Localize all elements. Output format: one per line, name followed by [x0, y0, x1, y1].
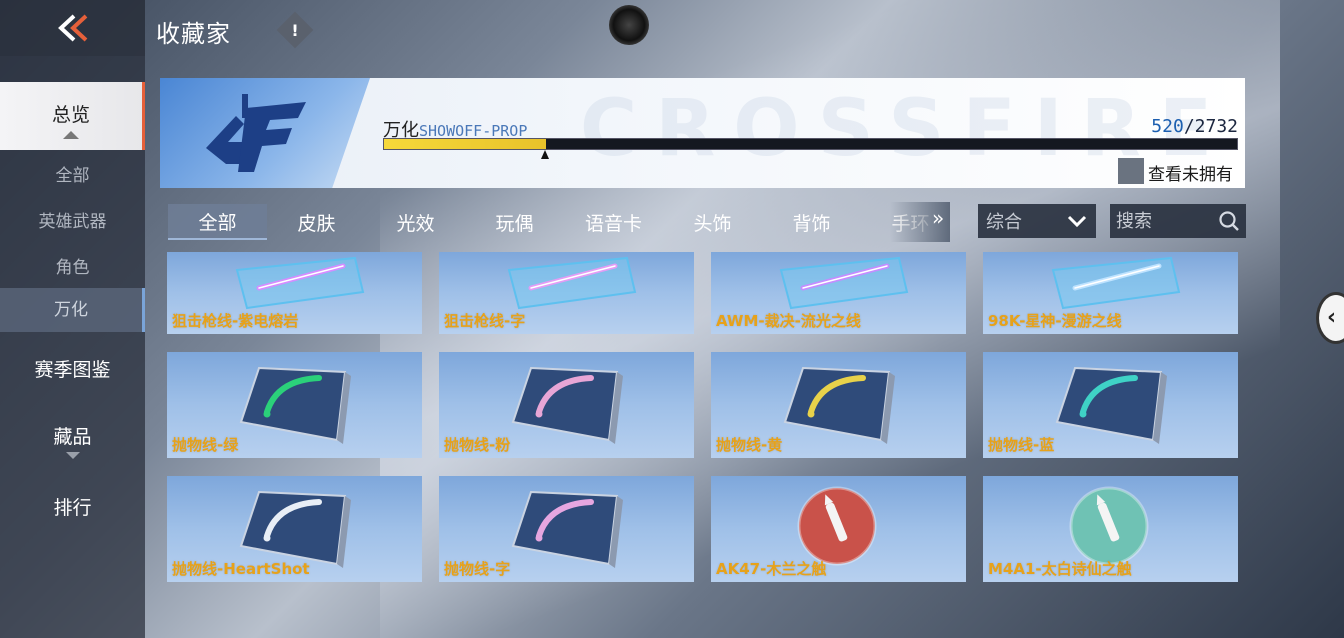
- item-card[interactable]: 抛物线-绿: [167, 352, 422, 458]
- item-card-label: 抛物线-字: [444, 560, 511, 578]
- item-card[interactable]: 抛物线-粉: [439, 352, 694, 458]
- show-unowned-checkbox[interactable]: [1118, 158, 1144, 184]
- item-card-label: 抛物线-HeartShot: [172, 560, 310, 578]
- tab-effects[interactable]: 光效: [366, 204, 465, 240]
- search-icon[interactable]: [1218, 210, 1240, 232]
- tab-headwear[interactable]: 头饰: [663, 204, 762, 240]
- search-input[interactable]: [1116, 210, 1216, 232]
- search-box: [1110, 204, 1246, 238]
- item-card[interactable]: 狙击枪线-紫电熔岩: [167, 252, 422, 334]
- item-card-label: AK47-木兰之触: [716, 560, 827, 578]
- item-card[interactable]: AK47-木兰之触: [711, 476, 966, 582]
- chevron-left-double-icon: [57, 14, 87, 42]
- chevron-left-icon: ‹: [1327, 305, 1337, 330]
- sidebar-item-wanhua[interactable]: 万化: [0, 288, 145, 332]
- page-title: 收藏家: [156, 20, 231, 48]
- sort-dropdown[interactable]: 综合: [978, 204, 1096, 238]
- progress-marker-icon: [541, 150, 550, 159]
- collection-banner: CROSSFIRE 万化SHOWOFF-PROP 520/2732 查看未拥有: [160, 78, 1245, 188]
- item-card-label: 抛物线-黄: [716, 436, 783, 454]
- chevron-down-icon: [1067, 215, 1087, 228]
- camera-cutout: [609, 5, 649, 45]
- item-card-label: 狙击枪线-字: [444, 312, 526, 330]
- collapse-arrow-icon: [63, 131, 79, 139]
- collection-progress-bar: [383, 138, 1238, 150]
- sidebar-item-season-codex[interactable]: 赛季图鉴: [0, 354, 145, 386]
- tab-all[interactable]: 全部: [168, 204, 267, 240]
- item-card[interactable]: 98K-星神-漫游之线: [983, 252, 1238, 334]
- tabs-more-icon[interactable]: »: [932, 206, 944, 230]
- info-icon[interactable]: !: [276, 11, 314, 49]
- crossfire-logo-icon: [206, 94, 306, 172]
- item-card[interactable]: 抛物线-HeartShot: [167, 476, 422, 582]
- item-card[interactable]: 狙击枪线-字: [439, 252, 694, 334]
- item-card[interactable]: 抛物线-黄: [711, 352, 966, 458]
- sidebar-item-hero-weapons[interactable]: 英雄武器: [0, 206, 145, 238]
- side-drawer-handle[interactable]: ‹: [1316, 292, 1344, 344]
- category-tabs: 全部 皮肤 光效 玩偶 语音卡 头饰 背饰 手环: [160, 202, 975, 242]
- item-card-label: M4A1-太白诗仙之触: [988, 560, 1132, 578]
- sidebar-item-collectibles[interactable]: 藏品: [0, 422, 145, 470]
- show-unowned-label[interactable]: 查看未拥有: [1148, 160, 1233, 185]
- progress-fill: [384, 139, 547, 149]
- sidebar-item-overview[interactable]: 总览: [0, 82, 145, 150]
- expand-arrow-icon: [65, 452, 80, 459]
- sidebar-item-characters[interactable]: 角色: [0, 252, 145, 284]
- item-card-label: 抛物线-粉: [444, 436, 511, 454]
- sidebar-item-label: 总览: [51, 104, 90, 126]
- tab-backwear[interactable]: 背饰: [762, 204, 861, 240]
- tab-dolls[interactable]: 玩偶: [465, 204, 564, 240]
- sidebar-item-ranking[interactable]: 排行: [0, 492, 145, 524]
- sidebar-item-all[interactable]: 全部: [0, 160, 145, 192]
- item-card[interactable]: 抛物线-蓝: [983, 352, 1238, 458]
- item-card[interactable]: 抛物线-字: [439, 476, 694, 582]
- collection-count: 520/2732: [1151, 116, 1238, 137]
- back-button[interactable]: [0, 0, 145, 56]
- item-card-label: AWM-裁决-流光之线: [716, 312, 861, 330]
- sidebar: 总览 全部 英雄武器 角色 万化 赛季图鉴 藏品 排行: [0, 56, 145, 638]
- item-card-label: 狙击枪线-紫电熔岩: [172, 312, 299, 330]
- tab-skins[interactable]: 皮肤: [267, 204, 366, 240]
- item-card[interactable]: M4A1-太白诗仙之触: [983, 476, 1238, 582]
- item-card-label: 抛物线-绿: [172, 436, 239, 454]
- item-card-label: 抛物线-蓝: [988, 436, 1055, 454]
- tab-voice-cards[interactable]: 语音卡: [564, 204, 663, 240]
- item-card-label: 98K-星神-漫游之线: [988, 312, 1122, 330]
- sort-value: 综合: [986, 212, 1022, 233]
- item-card[interactable]: AWM-裁决-流光之线: [711, 252, 966, 334]
